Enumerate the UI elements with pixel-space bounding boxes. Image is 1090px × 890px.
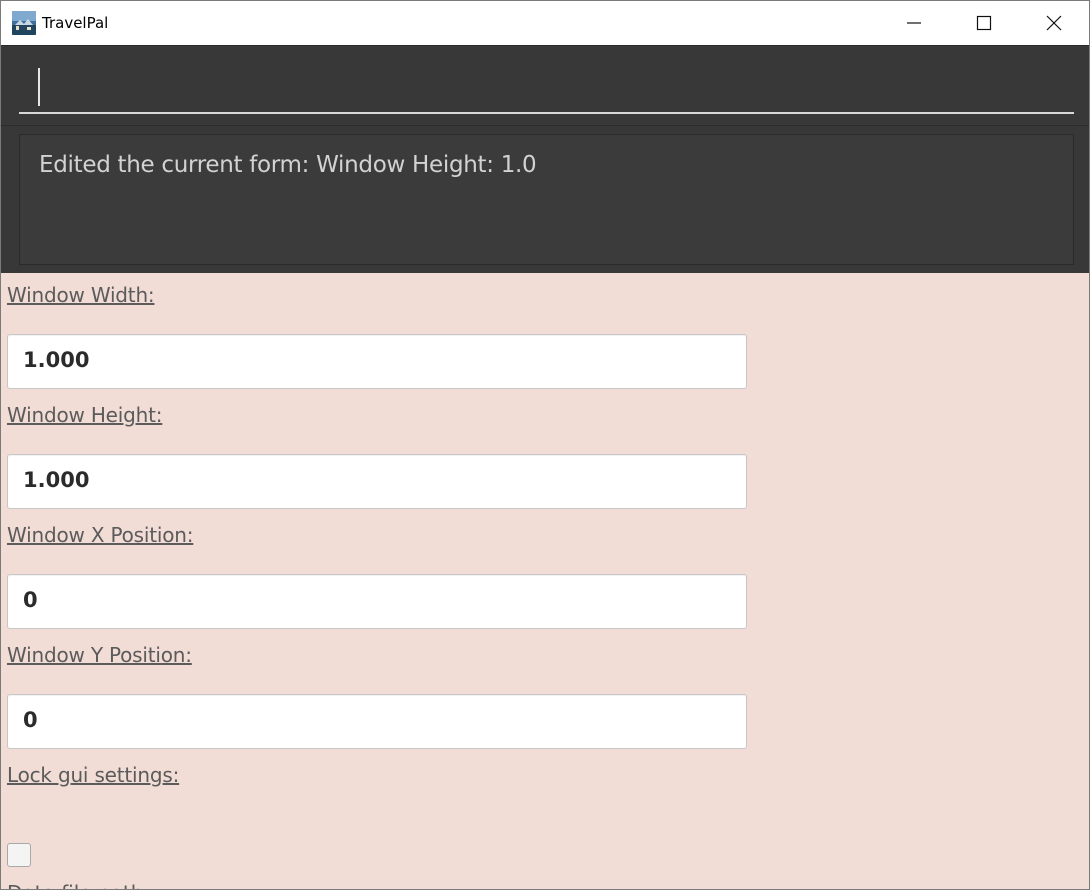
window-x-position-value: 0 xyxy=(23,588,38,612)
text-caret xyxy=(38,68,40,106)
window-width-value: 1.000 xyxy=(23,348,90,372)
command-input[interactable] xyxy=(19,60,1074,114)
window-y-position-value: 0 xyxy=(23,708,38,732)
travelpal-app-icon xyxy=(12,11,36,35)
window-title: TravelPal xyxy=(42,14,109,32)
lock-gui-settings-checkbox[interactable] xyxy=(7,843,31,867)
result-message: Edited the current form: Window Height: … xyxy=(39,152,537,178)
settings-form: Window Width: 1.000 Window Height: 1.000… xyxy=(1,273,1089,889)
window-width-field[interactable]: 1.000 xyxy=(7,334,747,389)
result-display-box[interactable]: Edited the current form: Window Height: … xyxy=(19,134,1074,265)
window-height-label: Window Height: xyxy=(7,403,163,427)
lock-gui-settings-label: Lock gui settings: xyxy=(7,763,180,787)
window-x-position-field[interactable]: 0 xyxy=(7,574,747,629)
window-height-value: 1.000 xyxy=(23,468,90,492)
app-window: TravelPal Edited the current form: Windo… xyxy=(0,0,1090,890)
minimize-button[interactable] xyxy=(891,1,937,45)
title-bar[interactable]: TravelPal xyxy=(1,1,1089,45)
result-display-panel: Edited the current form: Window Height: … xyxy=(1,125,1089,273)
window-y-position-field[interactable]: 0 xyxy=(7,694,747,749)
minimize-icon xyxy=(907,22,921,24)
window-height-field[interactable]: 1.000 xyxy=(7,454,747,509)
data-file-path-label: Data file path: xyxy=(7,881,150,889)
window-x-position-label: Window X Position: xyxy=(7,523,194,547)
maximize-icon xyxy=(976,15,992,31)
window-y-position-label: Window Y Position: xyxy=(7,643,192,667)
maximize-button[interactable] xyxy=(961,1,1007,45)
close-icon xyxy=(1046,15,1062,31)
close-button[interactable] xyxy=(1031,1,1077,45)
command-box-panel xyxy=(1,45,1089,125)
window-width-label: Window Width: xyxy=(7,283,155,307)
